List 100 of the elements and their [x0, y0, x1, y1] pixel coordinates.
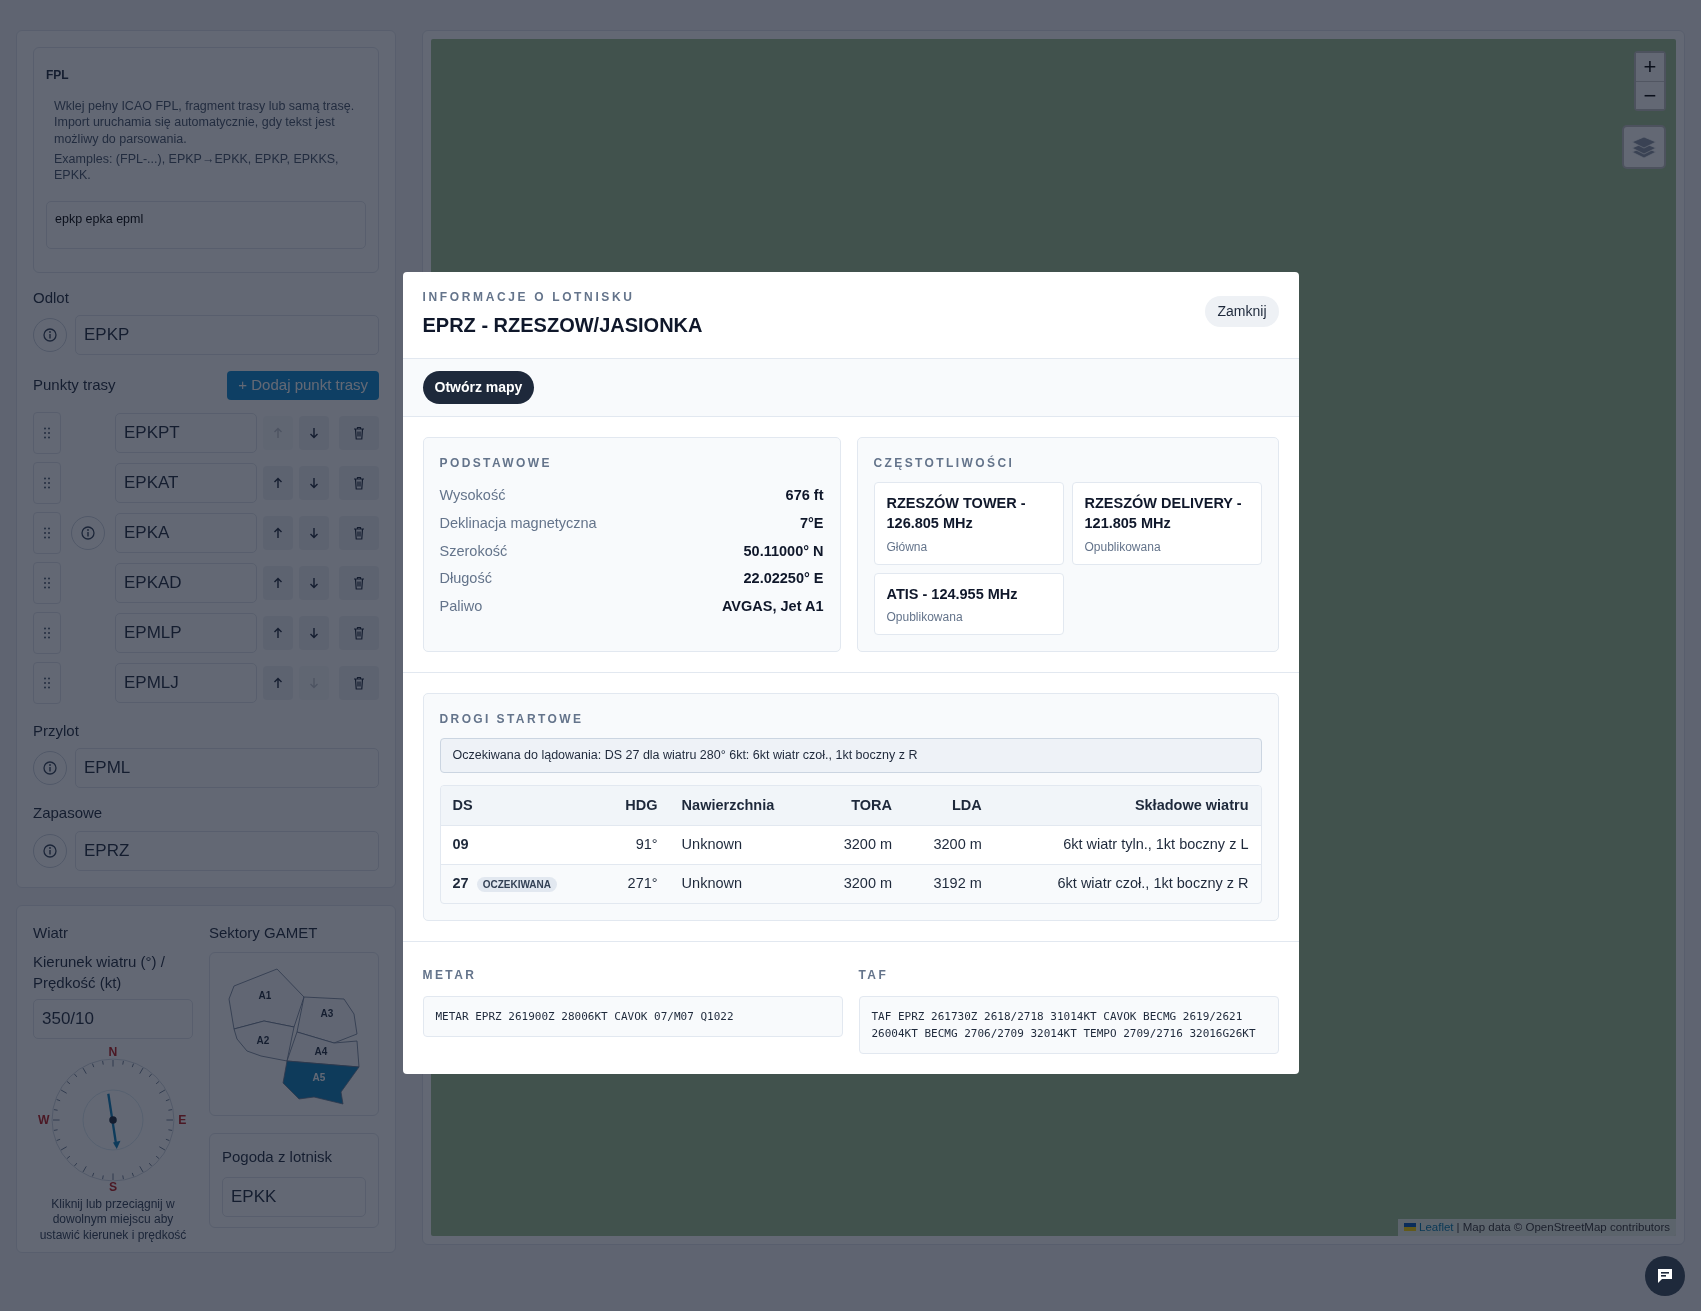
- table-cell: Unknown: [669, 825, 815, 865]
- info-label: Wysokość: [439, 486, 506, 505]
- frequency-name: RZESZÓW DELIVERY - 121.805 MHz: [1084, 493, 1243, 534]
- sector-area[interactable]: A1: [228, 968, 305, 1030]
- down-arrow-icon: [309, 476, 319, 489]
- section-title: Wiatr: [33, 922, 69, 943]
- field-label: Kierunek wiatru (°) / Prędkość (kt): [33, 952, 166, 993]
- trash-icon: [353, 425, 365, 440]
- layers-icon: [1631, 135, 1657, 159]
- departure-field[interactable]: EPKP: [75, 315, 379, 356]
- info-value: 676 ft: [785, 486, 824, 505]
- drag-handle-icon: [44, 626, 50, 639]
- drag-handle-icon: [44, 526, 50, 539]
- waypoint-field[interactable]: EPKPT: [115, 412, 257, 453]
- fpl-input-field[interactable]: epkp epka epml: [46, 201, 366, 250]
- drag-handle[interactable]: [33, 561, 61, 604]
- chat-button[interactable]: [1645, 1256, 1685, 1296]
- drag-handle[interactable]: [33, 661, 61, 704]
- move-down-button[interactable]: [299, 465, 329, 500]
- compass-direction-label: E: [178, 1112, 187, 1127]
- frequency-name: ATIS - 124.955 MHz: [886, 584, 1019, 604]
- up-arrow-icon: [273, 476, 283, 489]
- info-value: 22.02250° E: [743, 569, 824, 589]
- sector-label: A3: [320, 1008, 334, 1020]
- column-header: Składowe wiatru: [993, 785, 1261, 826]
- sector-label: A1: [258, 990, 272, 1002]
- sector-area[interactable]: A2: [233, 1020, 295, 1062]
- runway-note: Oczekiwana do lądowania: DS 27 dla wiatru 280° 6kt: 6kt wiatr czoł., 1kt boczny z R: [439, 737, 1262, 773]
- open-maps-button[interactable]: Otwórz mapy: [422, 371, 535, 404]
- frequency-status: Opublikowana: [1084, 538, 1162, 556]
- trash-icon: [353, 625, 365, 640]
- column-header: TORA: [814, 785, 905, 826]
- waypoint-field[interactable]: EPMLP: [115, 612, 257, 653]
- column-header: Nawierzchnia: [669, 785, 815, 826]
- info-label: Deklinacja magnetyczna: [439, 513, 597, 533]
- table-cell: 6kt wiatr tyln., 1kt boczny z L: [993, 825, 1261, 865]
- section-title: Sektory GAMET: [209, 922, 319, 943]
- waypoint-field[interactable]: EPKA: [115, 512, 257, 553]
- info-button[interactable]: [33, 751, 67, 786]
- info-label: Długość: [439, 569, 492, 589]
- info-icon: [43, 328, 57, 343]
- table-cell: 3200 m: [814, 825, 905, 865]
- alternate-field[interactable]: EPRZ: [75, 830, 379, 871]
- zoom-out-button[interactable]: −: [1636, 81, 1664, 109]
- move-up-button[interactable]: [263, 465, 293, 500]
- field-label: Zapasowe: [33, 803, 104, 824]
- drag-handle[interactable]: [33, 411, 61, 454]
- sector-label: A5: [312, 1072, 326, 1084]
- delete-button[interactable]: [339, 615, 379, 650]
- leaflet-link[interactable]: Leaflet: [1419, 1218, 1454, 1236]
- move-down-button[interactable]: [299, 515, 329, 550]
- compass-direction-label: N: [108, 1045, 118, 1059]
- wind-field[interactable]: 350/10: [33, 998, 193, 1039]
- move-down-button[interactable]: [299, 615, 329, 650]
- sector-area[interactable]: A5: [282, 1060, 360, 1105]
- table-cell: 3200 m: [904, 825, 994, 865]
- section-title: Pogoda z lotnisk: [222, 1147, 334, 1168]
- move-up-button[interactable]: [263, 615, 293, 650]
- sector-area[interactable]: A3: [296, 996, 358, 1044]
- info-value: AVGAS, Jet A1: [721, 597, 824, 616]
- delete-button[interactable]: [339, 465, 379, 500]
- up-arrow-icon: [273, 576, 283, 589]
- sector-area[interactable]: A4: [286, 1031, 360, 1068]
- info-label: Paliwo: [439, 597, 483, 616]
- drag-handle[interactable]: [33, 461, 61, 504]
- airport-weather-field[interactable]: EPKK: [222, 1176, 366, 1217]
- delete-button[interactable]: [339, 565, 379, 600]
- add-waypoint-button[interactable]: + Dodaj punkt trasy: [227, 371, 379, 400]
- drag-handle[interactable]: [33, 611, 61, 654]
- move-up-button[interactable]: [263, 665, 293, 700]
- runway-designator: 27: [452, 875, 469, 892]
- delete-button[interactable]: [339, 515, 379, 550]
- compass-drawing[interactable]: [51, 1058, 175, 1182]
- field-label: Odlot: [33, 287, 70, 308]
- close-button[interactable]: Zamknij: [1205, 296, 1279, 327]
- waypoint-field[interactable]: EPKAD: [115, 562, 257, 603]
- drag-handle[interactable]: [33, 511, 61, 554]
- frequency-status: Główna: [886, 538, 929, 556]
- delete-button[interactable]: [339, 665, 379, 700]
- runway-designator: 09: [440, 825, 600, 865]
- info-button[interactable]: [71, 515, 105, 550]
- layers-button[interactable]: [1622, 125, 1666, 169]
- compass-direction-label: S: [108, 1180, 118, 1194]
- delete-button[interactable]: [339, 415, 379, 450]
- info-button[interactable]: [33, 318, 67, 353]
- drag-handle-icon: [44, 676, 50, 689]
- move-up-button[interactable]: [263, 565, 293, 600]
- arrival-field[interactable]: EPML: [75, 748, 379, 789]
- waypoint-field[interactable]: EPKAT: [115, 462, 257, 503]
- info-value: 7°E: [799, 513, 824, 533]
- down-arrow-icon: [309, 626, 319, 639]
- panel-title: PODSTAWOWE: [439, 455, 553, 472]
- info-button[interactable]: [33, 833, 67, 868]
- expected-tag: OCZEKIWANA: [476, 877, 557, 893]
- drag-handle-icon: [44, 476, 50, 489]
- waypoint-field[interactable]: EPMLJ: [115, 662, 257, 703]
- move-down-button[interactable]: [299, 415, 329, 450]
- move-down-button[interactable]: [299, 565, 329, 600]
- sector-label: A2: [256, 1035, 270, 1047]
- move-up-button[interactable]: [263, 515, 293, 550]
